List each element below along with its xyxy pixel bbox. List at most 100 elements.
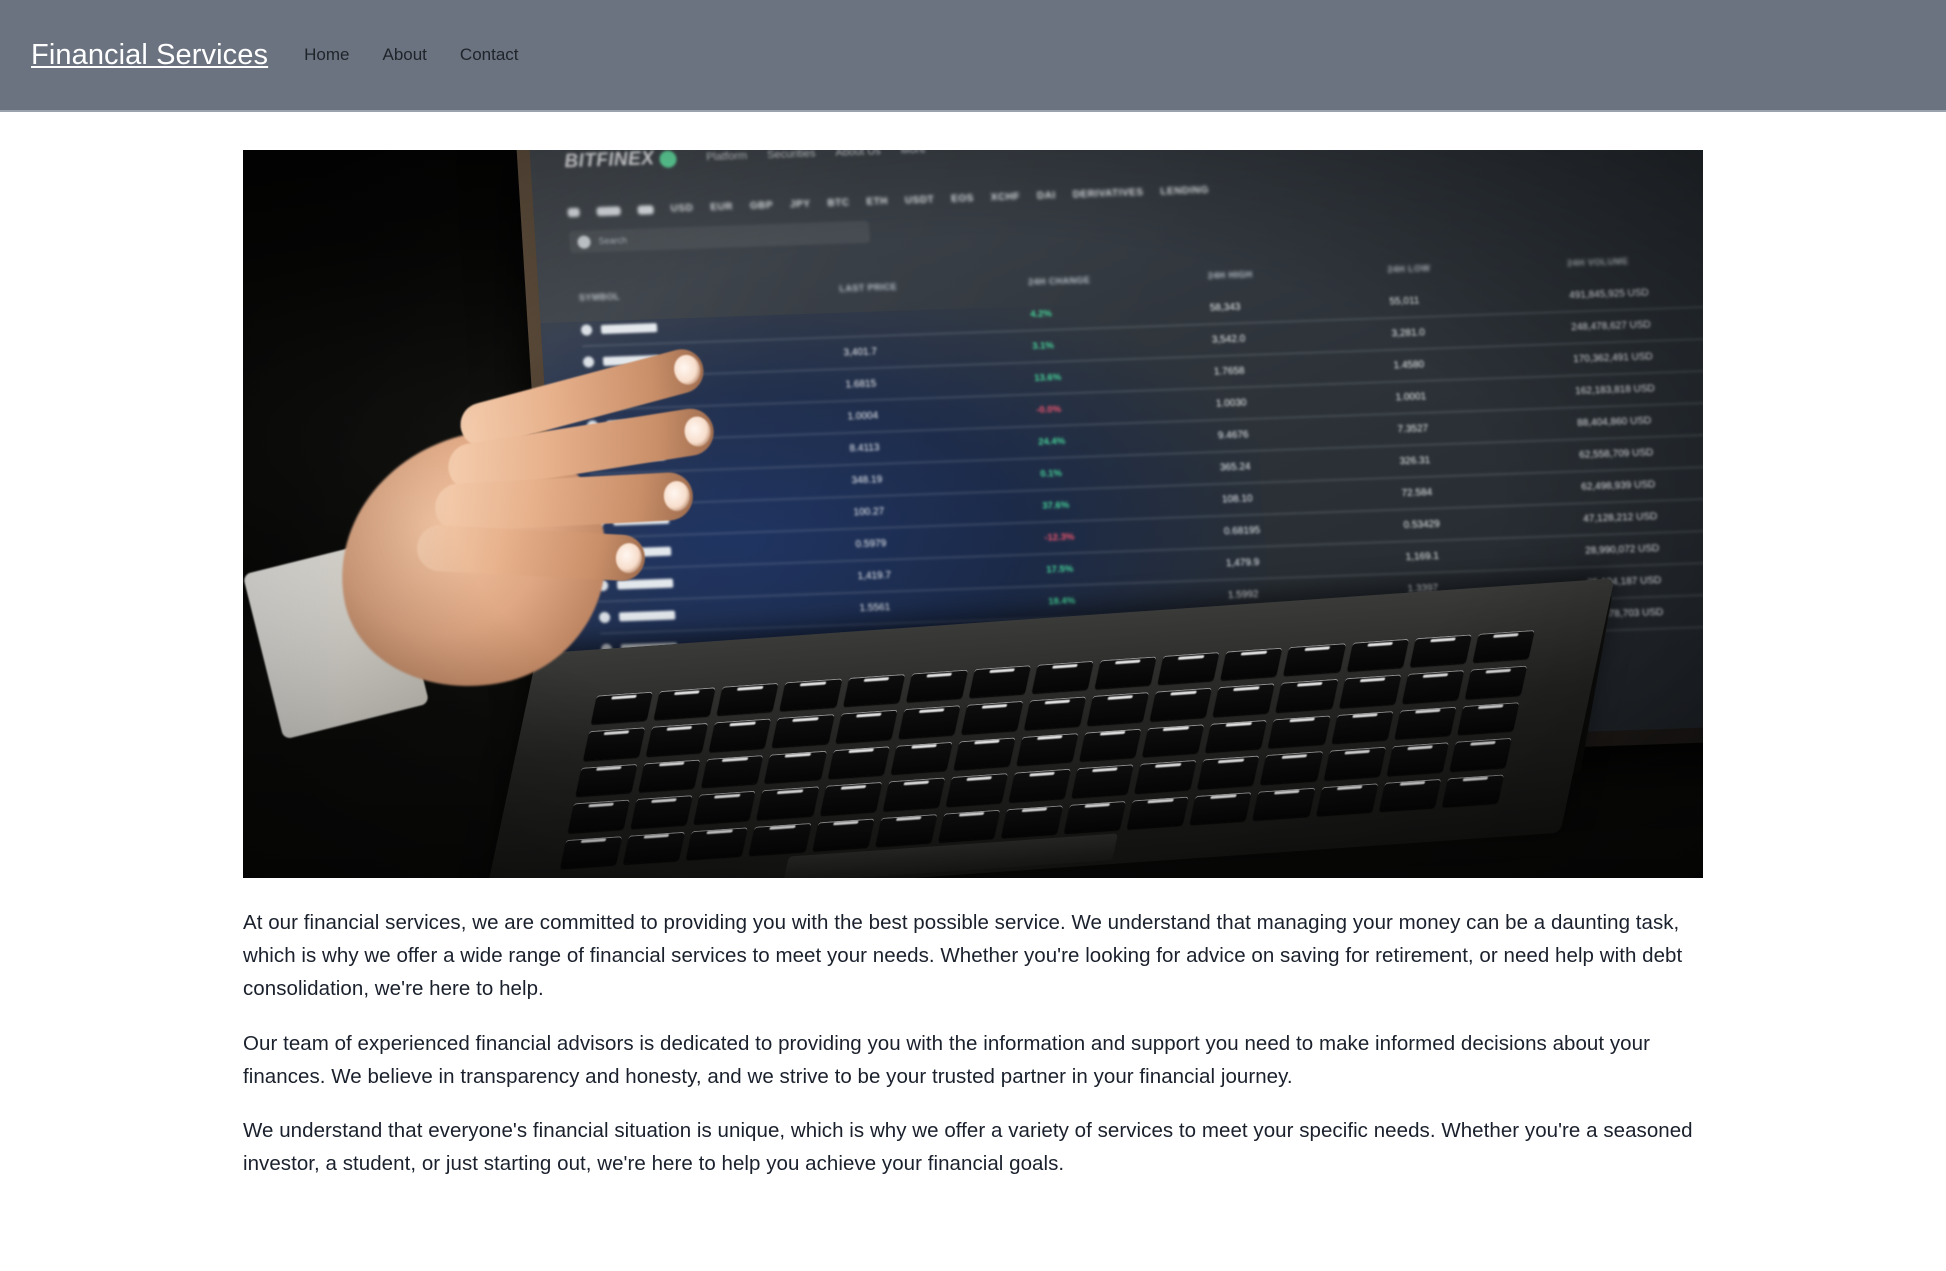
- keyboard-key: [575, 763, 638, 797]
- article-body: At our financial services, we are commit…: [243, 906, 1703, 1180]
- keyboard-key: [812, 818, 875, 851]
- keyboard-key: [1386, 742, 1449, 776]
- column-header-symbol: SYMBOL: [578, 291, 621, 303]
- keyboard-key: [1409, 634, 1472, 668]
- cell-high: 58,343: [1209, 301, 1241, 314]
- keyboard-key: [875, 813, 938, 847]
- nav-link-about[interactable]: About: [382, 45, 426, 64]
- keyboard-key: [686, 826, 749, 860]
- keyboard-key: [1464, 665, 1528, 699]
- exchange-category-icon: [596, 205, 621, 216]
- keyboard-key: [961, 701, 1024, 735]
- cell-change: 24.4%: [1037, 435, 1066, 448]
- nav-item-home: Home: [304, 46, 349, 65]
- coin-icon: [598, 611, 611, 624]
- keyboard-key: [716, 682, 779, 716]
- cell-last-price: 100.27: [853, 506, 885, 519]
- exchange-menu-item-platform: Platform: [705, 150, 748, 164]
- keyboard-key: [898, 705, 961, 739]
- cell-last-price: 3,401.7: [843, 346, 878, 359]
- keyboard-key: [1252, 787, 1316, 821]
- cell-last-price: 348.19: [851, 474, 883, 487]
- keyboard-key: [1220, 647, 1283, 681]
- column-header-24h-high: 24H HIGH: [1207, 269, 1253, 281]
- cell-volume: 162,183,818 USD: [1574, 383, 1656, 398]
- exchange-category-eur: EUR: [709, 200, 734, 213]
- keyboard-key: [1079, 728, 1142, 762]
- exchange-category-gbp: GBP: [749, 199, 774, 212]
- keyboard-key: [1023, 696, 1087, 730]
- cell-change: 37.6%: [1041, 499, 1070, 512]
- cell-last-price: 1.5561: [859, 602, 891, 615]
- hero-photo-scene: English BITFINEX Platform Securities Abo…: [243, 150, 1703, 878]
- search-avatar-icon: [577, 234, 591, 249]
- keyboard-key: [1205, 719, 1268, 753]
- cell-low: 72.584: [1401, 487, 1433, 500]
- keyboard-key: [882, 777, 945, 811]
- cell-volume: 62,558,709 USD: [1578, 447, 1654, 461]
- nav-link-home[interactable]: Home: [304, 45, 349, 64]
- keyboard-key: [938, 809, 1001, 843]
- cell-low: 1,169.1: [1405, 550, 1440, 563]
- exchange-category-xchf: XCHF: [990, 190, 1021, 203]
- keyboard-key: [953, 737, 1016, 771]
- keyboard-key: [1008, 768, 1071, 802]
- keyboard-key: [749, 822, 812, 856]
- cell-low: 0.53429: [1403, 518, 1441, 532]
- exchange-category-btc: BTC: [827, 196, 850, 209]
- exchange-main-menu: Platform Securities About Us More: [706, 150, 926, 163]
- navbar-inner: Financial Services Home About Contact: [30, 40, 1916, 70]
- coin-icon: [582, 356, 595, 368]
- exchange-menu-item-securities: Securities: [766, 150, 816, 162]
- keyboard-key: [1086, 692, 1150, 726]
- hero-image: English BITFINEX Platform Securities Abo…: [243, 150, 1703, 878]
- coin-icon: [580, 324, 593, 336]
- cell-high: 9.4676: [1217, 429, 1249, 442]
- keyboard-key: [623, 831, 686, 865]
- keyboard-key: [1378, 778, 1442, 812]
- keyboard-key: [701, 754, 764, 788]
- main-content: English BITFINEX Platform Securities Abo…: [0, 112, 1946, 1180]
- keyboard-key: [1449, 738, 1512, 771]
- keyboard-key: [1134, 760, 1197, 793]
- cell-volume: 28,990,072 USD: [1584, 543, 1660, 557]
- keyboard-key: [1142, 724, 1205, 757]
- exchange-category-icon: [637, 204, 654, 215]
- content-container: English BITFINEX Platform Securities Abo…: [243, 150, 1703, 1180]
- cell-last-price: 0.5979: [855, 538, 887, 551]
- keyboard-key: [1212, 683, 1276, 717]
- cell-volume: 62,498,939 USD: [1580, 479, 1656, 493]
- exchange-category-derivatives: DERIVATIVES: [1072, 186, 1144, 201]
- keyboard-key: [1275, 679, 1339, 713]
- cell-change: 18.4%: [1047, 595, 1076, 608]
- keyboard-key: [1346, 638, 1409, 672]
- paragraph-unique-situation: We understand that everyone's financial …: [243, 1119, 1693, 1176]
- keyboard-key: [1064, 800, 1127, 834]
- cell-high: 3,542.0: [1211, 333, 1246, 346]
- keyboard-key: [779, 678, 842, 712]
- nav-link-contact[interactable]: Contact: [460, 45, 519, 64]
- keyboard-key: [1441, 774, 1505, 807]
- exchange-menu-item-about: About Us: [835, 150, 882, 159]
- exchange-search-placeholder: Search: [598, 235, 628, 247]
- keyboard-key: [1071, 764, 1134, 798]
- keyboard-key: [1268, 715, 1331, 749]
- cell-high: 108.10: [1221, 493, 1253, 506]
- brand-logo-link[interactable]: Financial Services: [30, 40, 268, 70]
- keyboard-key: [1472, 629, 1535, 663]
- keyboard-key: [567, 799, 630, 833]
- exchange-logo: BITFINEX: [564, 150, 677, 173]
- keyboard-key: [1126, 796, 1190, 829]
- keyboard-key: [1197, 755, 1260, 789]
- exchange-logo-mark-icon: [658, 150, 677, 168]
- nav-item-contact: Contact: [460, 46, 519, 65]
- exchange-category-usd: USD: [670, 202, 694, 215]
- cell-volume: 248,478,627 USD: [1570, 319, 1652, 334]
- keyboard-key: [653, 687, 716, 721]
- cell-volume: 47,128,212 USD: [1582, 511, 1658, 525]
- cell-change: -12.3%: [1043, 531, 1075, 544]
- keyboard-key: [905, 669, 968, 703]
- keyboard-key: [819, 782, 882, 815]
- keyboard-key: [1149, 687, 1213, 721]
- cell-low: 7.3527: [1397, 423, 1429, 436]
